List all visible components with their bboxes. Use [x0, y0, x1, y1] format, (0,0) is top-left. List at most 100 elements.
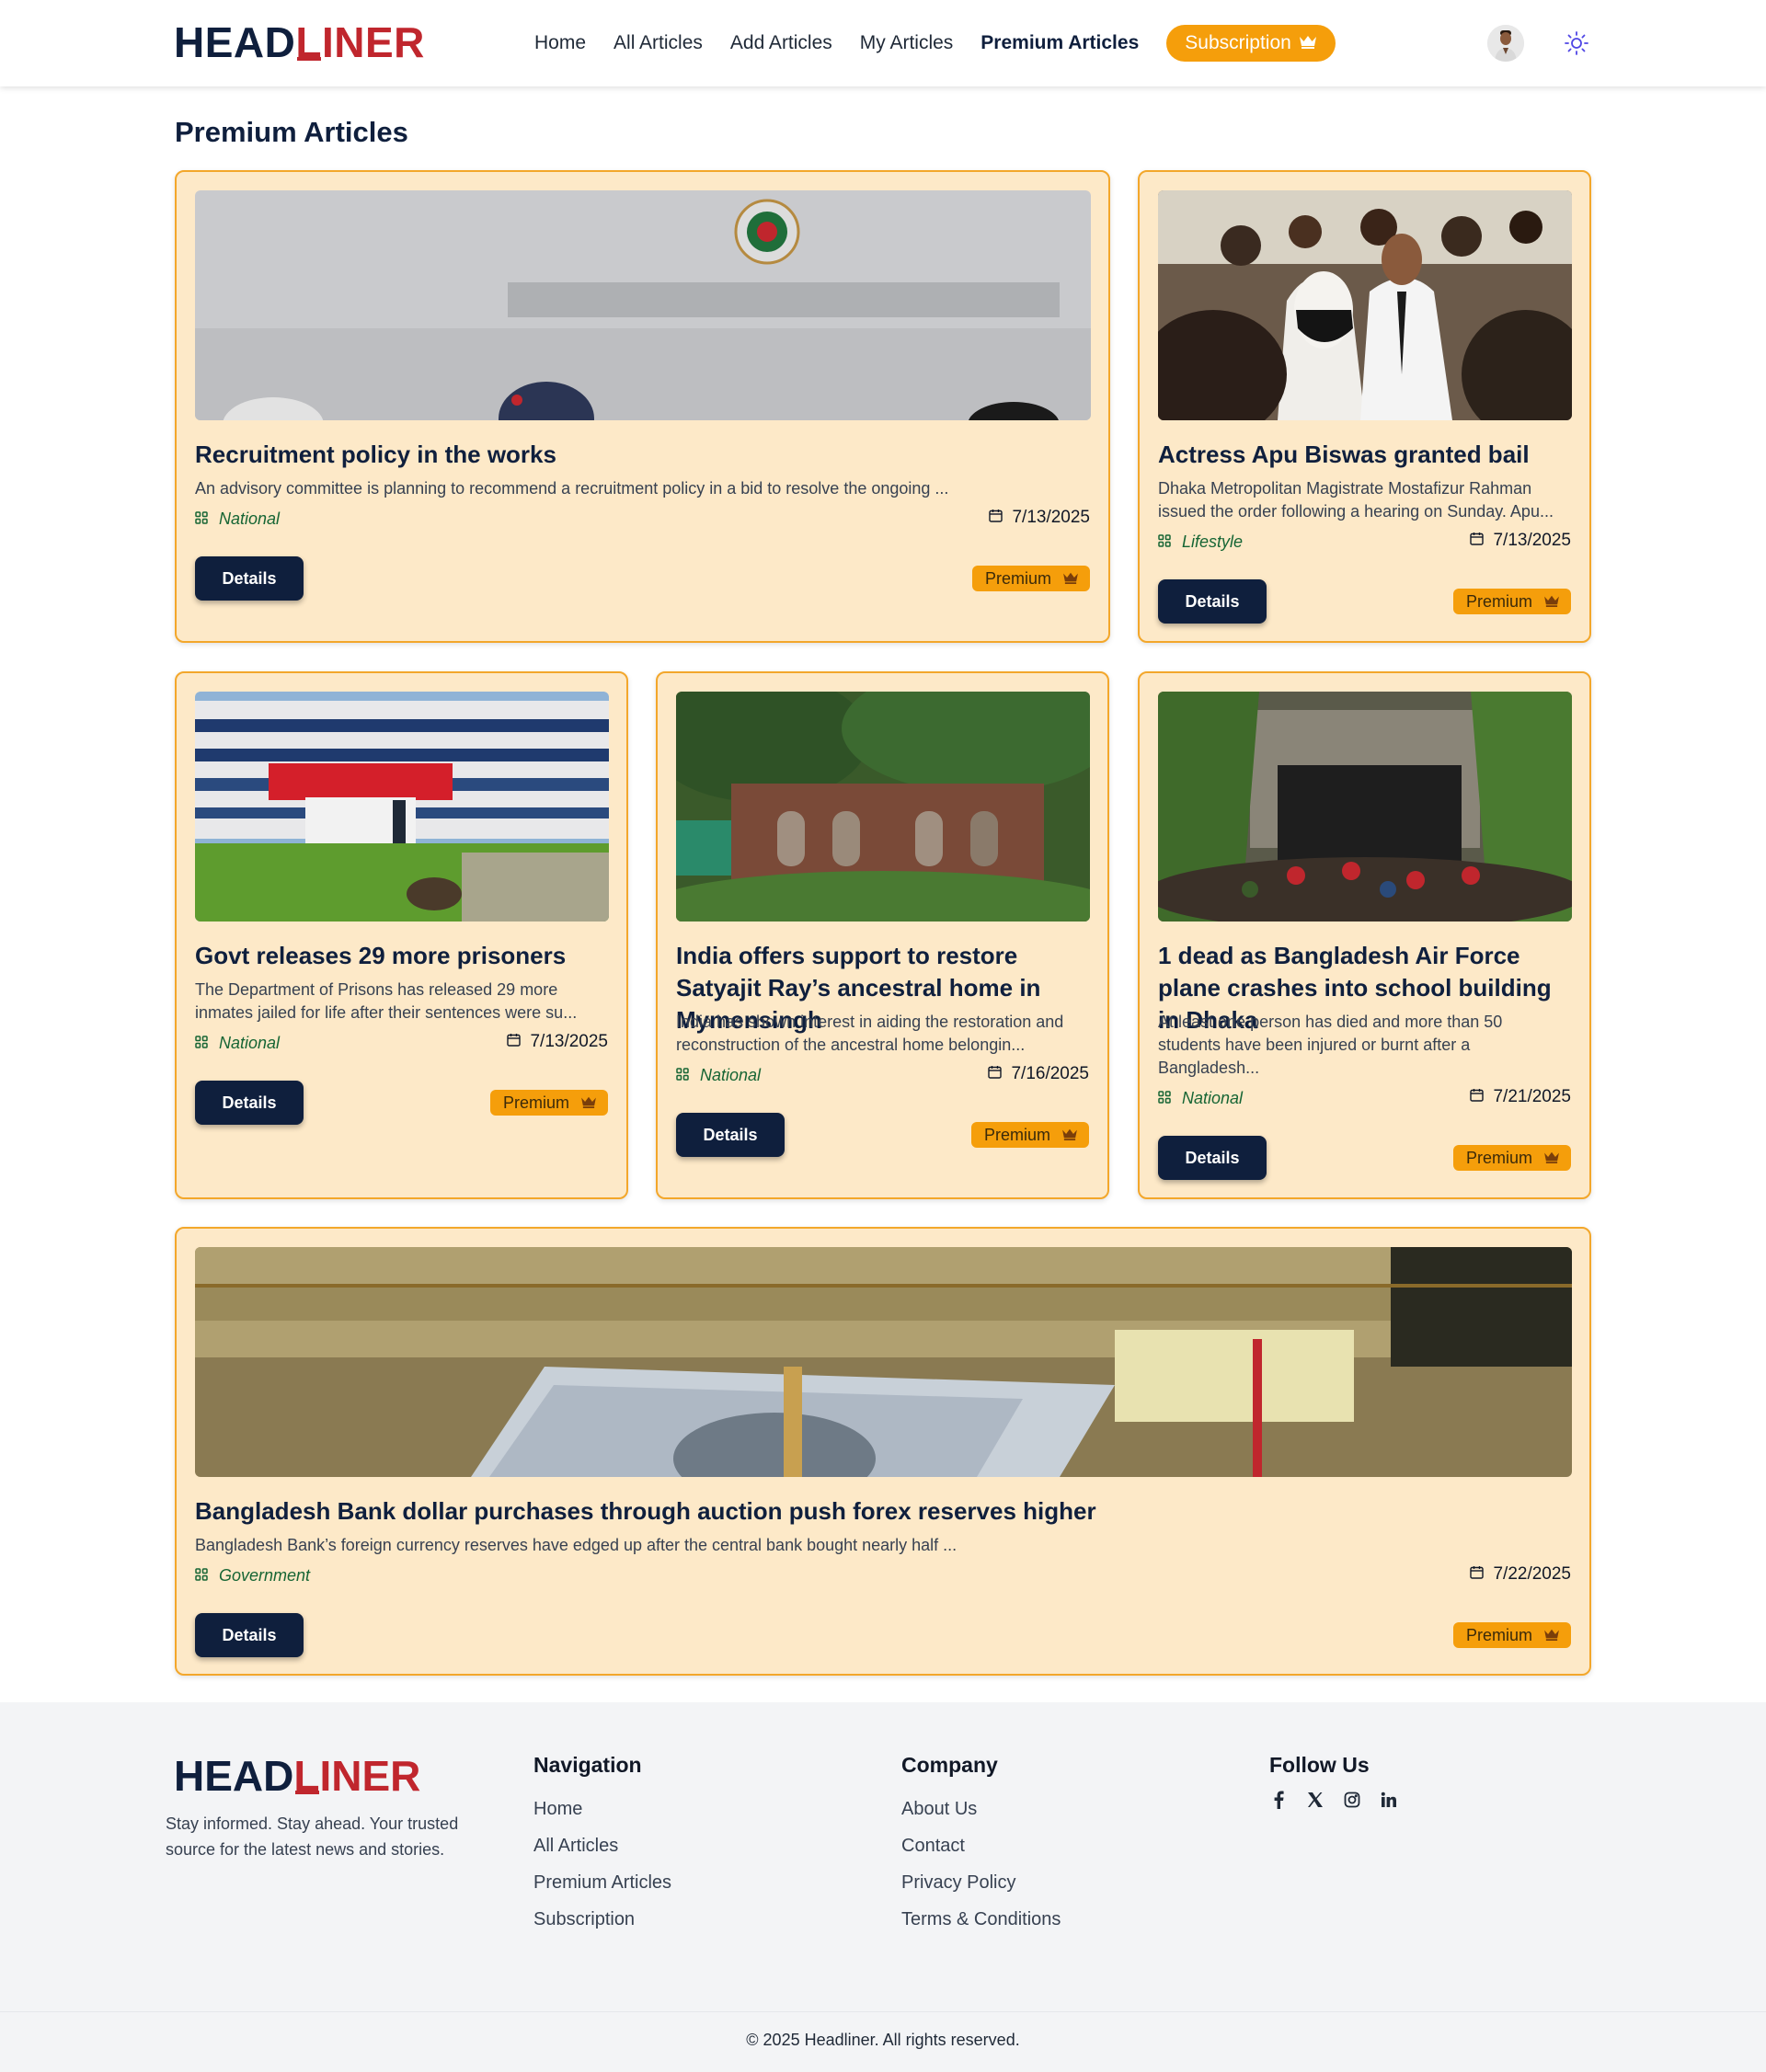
date-label: 7/13/2025 [1493, 531, 1571, 550]
date-label: 7/13/2025 [1012, 508, 1090, 527]
site-footer: HEAD LINER Stay informed. Stay ahead. You… [0, 1702, 1766, 2072]
article-description: India has shown interest in aiding the r… [676, 1013, 1064, 1054]
footer-link-home[interactable]: Home [533, 1791, 671, 1827]
article-description: Bangladesh Bank’s foreign currency reser… [195, 1536, 958, 1554]
main-nav: Home All Articles Add Articles My Articl… [534, 0, 1336, 86]
article-date: 7/13/2025 [989, 508, 1090, 528]
crown-icon [1061, 1126, 1078, 1145]
article-image [195, 190, 1091, 420]
crown-icon [580, 1093, 597, 1113]
category-label: National [1182, 1089, 1244, 1107]
details-button[interactable]: Details [1158, 579, 1267, 624]
article-date: 7/21/2025 [1470, 1087, 1571, 1107]
footer-follow: Follow Us [1269, 1753, 1398, 1809]
nav-premium-articles[interactable]: Premium Articles [980, 32, 1139, 54]
date-label: 7/22/2025 [1493, 1564, 1571, 1584]
facebook-icon[interactable] [1269, 1791, 1288, 1809]
details-button[interactable]: Details [195, 1613, 304, 1657]
details-button[interactable]: Details [1158, 1136, 1267, 1180]
premium-label: Premium [1465, 591, 1532, 611]
details-button[interactable]: Details [195, 556, 304, 601]
sun-icon[interactable] [1564, 30, 1589, 56]
linkedin-icon[interactable] [1380, 1791, 1398, 1809]
calendar-icon [989, 508, 1003, 528]
grid-icon [1158, 532, 1171, 552]
article-card: Recruitment policy in the works An advis… [175, 170, 1110, 643]
nav-add-articles[interactable]: Add Articles [730, 32, 832, 54]
footer-company: Company About Us Contact Privacy Policy … [901, 1753, 1061, 1938]
premium-badge: Premium [971, 566, 1090, 591]
article-title[interactable]: Govt releases 29 more prisoners [195, 940, 566, 972]
crown-icon [1543, 592, 1560, 612]
footer-link-terms[interactable]: Terms & Conditions [901, 1901, 1061, 1938]
article-category: Government [195, 1566, 310, 1585]
details-button[interactable]: Details [195, 1081, 304, 1125]
grid-icon [676, 1066, 689, 1085]
footer-link-contact[interactable]: Contact [901, 1827, 1061, 1864]
x-icon[interactable] [1306, 1791, 1324, 1809]
article-image [1158, 692, 1572, 922]
article-image [195, 1247, 1572, 1477]
footer-follow-heading: Follow Us [1269, 1753, 1370, 1777]
article-category: National [676, 1066, 761, 1085]
article-description: An advisory committee is planning to rec… [195, 479, 949, 498]
premium-label: Premium [983, 1125, 1050, 1144]
footer-nav-heading: Navigation [533, 1753, 642, 1777]
article-date: 7/16/2025 [988, 1064, 1089, 1084]
page-title: Premium Articles [175, 116, 408, 148]
grid-icon [195, 1034, 208, 1053]
article-card: 1 dead as Bangladesh Air Force plane cra… [1138, 671, 1591, 1199]
calendar-icon [1470, 1087, 1485, 1107]
nav-all-articles[interactable]: All Articles [614, 32, 703, 54]
crown-icon [1543, 1149, 1560, 1168]
article-image [1158, 190, 1572, 420]
grid-icon [195, 1566, 208, 1585]
article-date: 7/13/2025 [1470, 531, 1571, 551]
article-category: Lifestyle [1158, 532, 1243, 552]
subscription-button[interactable]: Subscription [1166, 25, 1336, 62]
logo-head: HEAD [174, 1752, 294, 1800]
footer-divider [0, 2011, 1766, 2012]
article-date: 7/13/2025 [507, 1032, 608, 1052]
footer-logo[interactable]: HEAD LINER [174, 1750, 420, 1802]
article-title[interactable]: Bangladesh Bank dollar purchases through… [195, 1495, 1096, 1528]
logo-liner: LINER [293, 1752, 421, 1800]
footer-navigation: Navigation Home All Articles Premium Art… [533, 1753, 671, 1938]
premium-label: Premium [1465, 1148, 1532, 1167]
crown-icon [1299, 32, 1317, 54]
nav-my-articles[interactable]: My Articles [860, 32, 954, 54]
footer-link-privacy[interactable]: Privacy Policy [901, 1864, 1061, 1901]
main-content: Premium Articles Recruitment policy in t… [0, 86, 1766, 1702]
premium-label: Premium [984, 568, 1051, 588]
article-description: At least one person has died and more th… [1158, 1013, 1503, 1077]
footer-link-subscription[interactable]: Subscription [533, 1901, 671, 1938]
article-description: The Department of Prisons has released 2… [195, 980, 578, 1022]
calendar-icon [507, 1032, 522, 1052]
article-card: Actress Apu Biswas granted bail Dhaka Me… [1138, 170, 1591, 643]
calendar-icon [988, 1064, 1003, 1084]
premium-label: Premium [1465, 1625, 1532, 1644]
details-button[interactable]: Details [676, 1113, 785, 1157]
grid-icon [1158, 1089, 1171, 1108]
calendar-icon [1470, 1564, 1485, 1585]
category-label: National [219, 1034, 281, 1052]
social-links [1269, 1791, 1398, 1809]
premium-badge: Premium [489, 1090, 608, 1116]
logo-liner: LINER [295, 18, 425, 66]
article-title[interactable]: Recruitment policy in the works [195, 439, 556, 471]
footer-link-all-articles[interactable]: All Articles [533, 1827, 671, 1864]
nav-home[interactable]: Home [534, 32, 586, 54]
premium-label: Premium [502, 1093, 569, 1112]
site-header: HEAD LINER Home All Articles Add Articles… [0, 0, 1766, 86]
article-card: Bangladesh Bank dollar purchases through… [175, 1227, 1591, 1676]
footer-link-about[interactable]: About Us [901, 1791, 1061, 1827]
instagram-icon[interactable] [1343, 1791, 1361, 1809]
logo[interactable]: HEAD LINER [174, 17, 425, 68]
user-avatar[interactable] [1487, 25, 1524, 62]
footer-tagline: Stay informed. Stay ahead. Your trusted … [166, 1814, 459, 1859]
footer-link-premium-articles[interactable]: Premium Articles [533, 1864, 671, 1901]
article-card: Govt releases 29 more prisoners The Depa… [175, 671, 628, 1199]
article-title[interactable]: Actress Apu Biswas granted bail [1158, 439, 1530, 471]
date-label: 7/13/2025 [530, 1032, 608, 1051]
article-category: National [195, 509, 280, 529]
